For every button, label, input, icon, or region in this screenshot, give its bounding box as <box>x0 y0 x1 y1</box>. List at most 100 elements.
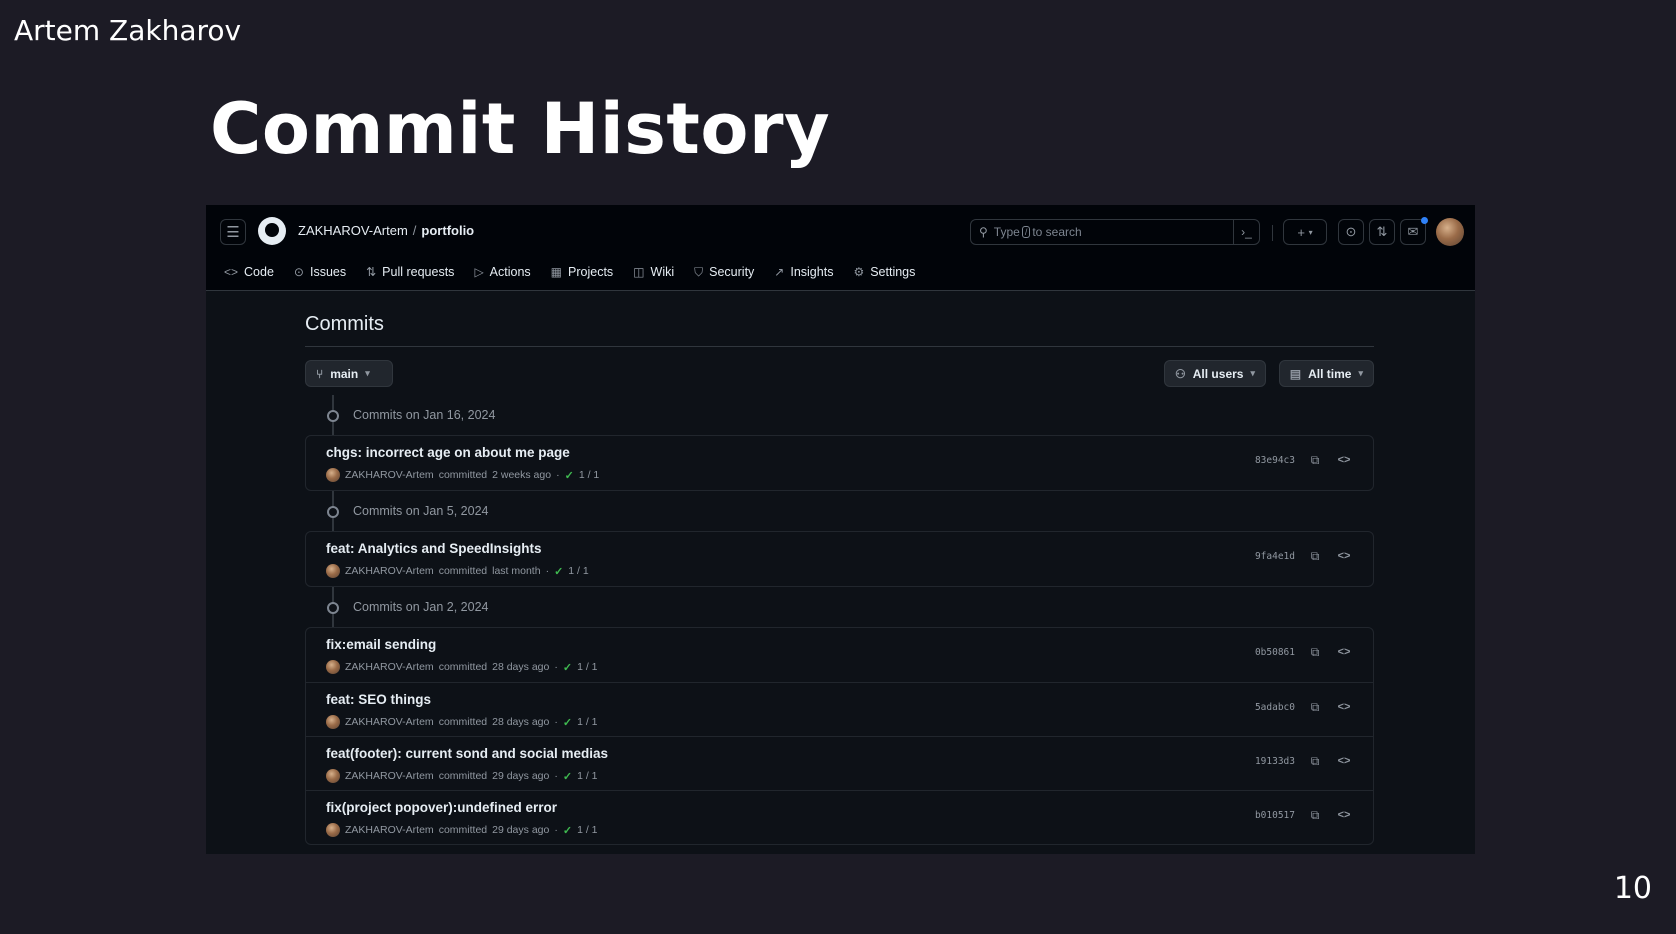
checks-count[interactable]: 1 / 1 <box>577 716 597 728</box>
commit-author[interactable]: ZAKHAROV-Artem <box>345 716 434 728</box>
commit-action: committed <box>438 716 488 728</box>
meta-separator: · <box>554 770 558 782</box>
users-filter-button[interactable]: ⚇ All users ▾ <box>1164 360 1266 387</box>
users-filter-label: All users <box>1192 366 1244 381</box>
tab-pull-requests[interactable]: ⇅ Pull requests <box>366 261 454 283</box>
breadcrumb-repo[interactable]: portfolio <box>421 223 474 238</box>
checks-count[interactable]: 1 / 1 <box>577 824 597 836</box>
tab-insights[interactable]: ↗ Insights <box>774 261 833 283</box>
breadcrumb-owner[interactable]: ZAKHAROV-Artem <box>298 223 408 238</box>
copy-icon[interactable]: ⧉ <box>1307 548 1323 564</box>
commit-row[interactable]: fix(project popover):undefined error ZAK… <box>306 790 1373 844</box>
check-icon[interactable]: ✓ <box>563 770 572 783</box>
search-input[interactable]: ⚲ Type / to search ›_ <box>970 219 1260 245</box>
search-placeholder-prefix: Type <box>993 225 1020 239</box>
tab-security[interactable]: ⛉ Security <box>694 261 754 283</box>
commit-group: chgs: incorrect age on about me page ZAK… <box>305 435 1374 491</box>
commit-row[interactable]: feat: Analytics and SpeedInsights ZAKHAR… <box>306 532 1373 586</box>
copy-icon[interactable]: ⧉ <box>1307 699 1323 715</box>
checks-count[interactable]: 1 / 1 <box>568 565 588 577</box>
tab-label: Pull requests <box>382 265 455 279</box>
commit-author[interactable]: ZAKHAROV-Artem <box>345 565 434 577</box>
commit-sha[interactable]: 0b50861 <box>1255 647 1295 658</box>
commit-date-label: Commits on Jan 5, 2024 <box>353 504 489 518</box>
browse-code-icon[interactable]: <> <box>1335 807 1353 823</box>
commit-sha[interactable]: 83e94c3 <box>1255 455 1295 466</box>
github-logo-icon[interactable] <box>258 217 286 245</box>
user-avatar[interactable] <box>1436 218 1464 246</box>
commit-row[interactable]: chgs: incorrect age on about me page ZAK… <box>306 436 1373 490</box>
commit-action: committed <box>438 770 488 782</box>
checks-count[interactable]: 1 / 1 <box>579 469 599 481</box>
browse-code-icon[interactable]: <> <box>1335 548 1353 564</box>
commit-message[interactable]: chgs: incorrect age on about me page <box>326 445 570 460</box>
check-icon[interactable]: ✓ <box>563 661 572 674</box>
checks-count[interactable]: 1 / 1 <box>577 770 597 782</box>
author-avatar[interactable] <box>326 715 340 729</box>
check-icon[interactable]: ✓ <box>554 565 563 578</box>
create-new-button[interactable]: + ▾ <box>1283 219 1327 245</box>
browse-code-icon[interactable]: <> <box>1335 452 1353 468</box>
commit-author[interactable]: ZAKHAROV-Artem <box>345 661 434 673</box>
check-icon[interactable]: ✓ <box>563 824 572 837</box>
pull-requests-icon[interactable]: ⇅ <box>1369 219 1395 245</box>
browse-code-icon[interactable]: <> <box>1335 699 1353 715</box>
commit-sha[interactable]: 5adabc0 <box>1255 702 1295 713</box>
tab-code[interactable]: <> Code <box>224 261 274 283</box>
play-icon: ▷ <box>474 265 484 279</box>
meta-separator: · <box>554 661 558 673</box>
commit-message[interactable]: feat: Analytics and SpeedInsights <box>326 541 542 556</box>
commit-row[interactable]: fix:email sending ZAKHAROV-Artem committ… <box>306 628 1373 682</box>
inbox-icon[interactable]: ✉ <box>1400 217 1428 245</box>
commit-dot-icon <box>327 410 339 422</box>
author-avatar[interactable] <box>326 564 340 578</box>
tab-settings[interactable]: ⚙ Settings <box>853 261 915 283</box>
browse-code-icon[interactable]: <> <box>1335 753 1353 769</box>
commit-author[interactable]: ZAKHAROV-Artem <box>345 469 434 481</box>
search-shortcut-key: / <box>1021 226 1031 238</box>
tab-issues[interactable]: ⊙ Issues <box>294 261 346 283</box>
copy-icon[interactable]: ⧉ <box>1307 807 1323 823</box>
author-avatar[interactable] <box>326 660 340 674</box>
commit-message[interactable]: feat(footer): current sond and social me… <box>326 746 608 761</box>
time-filter-button[interactable]: ▤ All time ▾ <box>1278 360 1374 387</box>
search-placeholder-suffix: to search <box>1032 225 1082 239</box>
calendar-icon: ▤ <box>1289 366 1302 381</box>
commit-author[interactable]: ZAKHAROV-Artem <box>345 770 434 782</box>
issues-icon[interactable]: ⊙ <box>1338 219 1364 245</box>
copy-icon[interactable]: ⧉ <box>1307 452 1323 468</box>
graph-icon: ↗ <box>774 265 785 279</box>
tab-label: Insights <box>790 265 834 279</box>
commit-author[interactable]: ZAKHAROV-Artem <box>345 824 434 836</box>
checks-count[interactable]: 1 / 1 <box>577 661 597 673</box>
commit-time: 28 days ago <box>492 661 550 673</box>
tab-label: Settings <box>870 265 916 279</box>
tab-label: Issues <box>309 265 347 279</box>
commit-action: committed <box>438 824 488 836</box>
check-icon[interactable]: ✓ <box>565 469 574 482</box>
menu-icon[interactable]: ☰ <box>220 219 246 245</box>
tab-projects[interactable]: ▦ Projects <box>551 261 614 283</box>
author-avatar[interactable] <box>326 468 340 482</box>
commit-row[interactable]: feat(footer): current sond and social me… <box>306 736 1373 790</box>
commit-row[interactable]: feat: SEO things ZAKHAROV-Artem committe… <box>306 682 1373 736</box>
tab-actions[interactable]: ▷ Actions <box>474 261 530 283</box>
check-icon[interactable]: ✓ <box>563 716 572 729</box>
copy-icon[interactable]: ⧉ <box>1307 644 1323 660</box>
commit-message[interactable]: fix(project popover):undefined error <box>326 800 557 815</box>
commit-message[interactable]: fix:email sending <box>326 637 436 652</box>
branch-select-button[interactable]: ⑂ main ▾ <box>305 360 393 387</box>
browse-code-icon[interactable]: <> <box>1335 644 1353 660</box>
slide-author: Artem Zakharov <box>14 14 242 47</box>
commit-filters: ⑂ main ▾ ⚇ All users ▾ ▤ All time ▾ <box>305 347 1374 395</box>
command-palette-icon[interactable]: ›_ <box>1233 220 1259 244</box>
author-avatar[interactable] <box>326 769 340 783</box>
commit-sha[interactable]: 9fa4e1d <box>1255 551 1295 562</box>
commit-sha[interactable]: 19133d3 <box>1255 756 1295 767</box>
author-avatar[interactable] <box>326 823 340 837</box>
copy-icon[interactable]: ⧉ <box>1307 753 1323 769</box>
tab-wiki[interactable]: ◫ Wiki <box>633 261 674 283</box>
commit-message[interactable]: feat: SEO things <box>326 692 431 707</box>
commit-sha[interactable]: b010517 <box>1255 810 1295 821</box>
tab-label: Projects <box>568 265 614 279</box>
